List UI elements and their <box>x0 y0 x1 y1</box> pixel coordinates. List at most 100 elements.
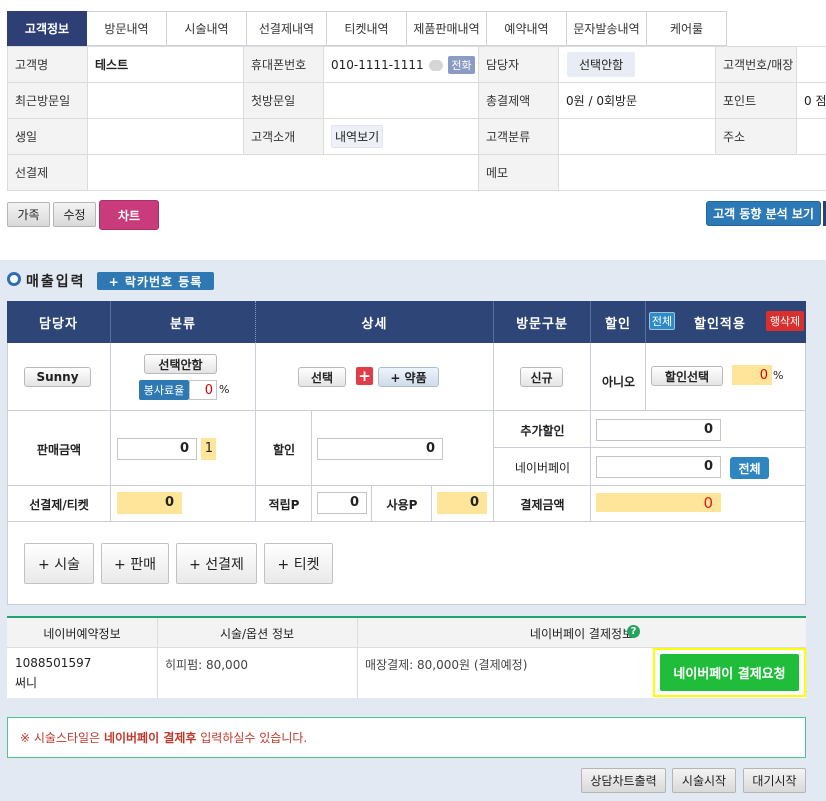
totalpay-label: 총결제액 <box>478 82 559 119</box>
customer-sales-page: 고객정보 방문내역 시술내역 선결제내역 티켓내역 제품판매내역 예약내역 문자… <box>0 0 826 801</box>
chat-icon[interactable] <box>429 59 444 71</box>
discount-select-button[interactable]: 할인선택 <box>651 366 723 386</box>
manager-sunny-button[interactable]: Sunny <box>24 367 91 387</box>
tab-treatment-history[interactable]: 시술내역 <box>167 11 247 46</box>
apply-discount-label: 할인적용 <box>694 317 746 332</box>
lastvisit-value <box>87 82 244 119</box>
naverpay-input[interactable]: 0 <box>596 456 721 478</box>
intro-view-button[interactable]: 내역보기 <box>331 125 384 148</box>
family-button[interactable]: 가족 <box>7 202 50 227</box>
naverpay-label: 네이버페이 <box>514 461 571 475</box>
start-treatment-button[interactable]: 시술시작 <box>672 768 736 793</box>
sales-radio-icon[interactable] <box>7 272 21 286</box>
discount-value: 아니오 <box>601 375 636 389</box>
naverpay-request-button[interactable]: 네이버페이 결제요청 <box>660 654 799 691</box>
start-waiting-button[interactable]: 대기시작 <box>743 768 806 793</box>
naver-payment-info: 매장결제: 80,000원 (결제예정) <box>365 658 528 672</box>
manager-cell: 선택안함 <box>558 46 716 83</box>
pay-amount-input[interactable]: 0 <box>596 493 721 512</box>
phone-cell: 010-1111-1111 전화 <box>323 46 479 83</box>
earn-point-input[interactable]: 0 <box>317 492 367 514</box>
discount-rate-input[interactable]: 0 <box>732 365 772 385</box>
tab-prepay-history[interactable]: 선결제내역 <box>247 11 327 46</box>
add-prepay-button[interactable]: + 선결제 <box>176 543 257 584</box>
call-button[interactable]: 전화 <box>448 55 475 74</box>
col-detail: 상세 <box>256 301 494 343</box>
naver-option-info: 히피펌: 80,000 <box>165 658 248 672</box>
col-discount: 할인 <box>591 301 646 343</box>
service-rate-input[interactable]: 0 <box>189 380 217 400</box>
tab-customer-info[interactable]: 고객정보 <box>7 11 87 46</box>
notice-bold: 네이버페이 결제후 <box>103 731 197 745</box>
chart-button[interactable]: 차트 <box>99 200 159 230</box>
analysis-button[interactable]: 고객 동향 분석 보기 <box>706 201 821 226</box>
tab-ticket-history[interactable]: 티켓내역 <box>327 11 407 46</box>
service-rate-label: 봉사료율 <box>139 380 189 400</box>
prepay-ticket-label: 선결제/티켓 <box>29 498 89 512</box>
intro-cell: 내역보기 <box>323 118 479 155</box>
customer-info-table: 고객명 테스트 휴대폰번호 010-1111-1111 전화 담당자 선택안함 … <box>7 46 826 191</box>
sale-qty-input[interactable]: 1 <box>201 438 216 460</box>
edit-button[interactable]: 수정 <box>53 202 96 227</box>
prepay-ticket-input[interactable]: 0 <box>117 492 182 514</box>
notice-suffix: 입력하실수 있습니다. <box>196 731 308 745</box>
naver-booking-number: 1088501597 <box>15 656 92 670</box>
tab-reservations[interactable]: 예약내역 <box>487 11 567 46</box>
category-select-button[interactable]: 선택안함 <box>144 354 217 374</box>
name-label: 고객명 <box>7 46 88 83</box>
locker-register-button[interactable]: + 락카번호 등록 <box>97 272 214 290</box>
add-sale-button[interactable]: + 판매 <box>101 543 169 584</box>
sale-amount-label: 판매금액 <box>36 443 82 457</box>
memo-label: 메모 <box>478 154 559 191</box>
col-visit: 방문구분 <box>494 301 591 343</box>
earn-point-label: 적립P <box>268 498 300 512</box>
address-value <box>796 118 826 155</box>
use-point-input[interactable]: 0 <box>437 492 487 514</box>
notice-box: ※ 시술스타일은 네이버페이 결제후 입력하실수 있습니다. <box>7 717 806 758</box>
naver-booking-header: 네이버예약정보 <box>43 627 121 641</box>
discount-rate-pct: % <box>773 369 784 382</box>
tab-care-rule[interactable]: 케어룰 <box>647 11 727 46</box>
manager-select[interactable]: 선택안함 <box>567 52 636 77</box>
prepay-label: 선결제 <box>7 154 88 191</box>
memo-value <box>558 154 826 191</box>
use-point-label: 사용P <box>386 498 418 512</box>
naverpay-all-button[interactable]: 전체 <box>730 457 769 479</box>
consult-chart-print-button[interactable]: 상담차트출력 <box>581 768 666 793</box>
discount-amount-label: 할인 <box>272 443 296 457</box>
service-rate-pct: % <box>219 383 230 396</box>
point-label: 포인트 <box>715 82 797 119</box>
all-discount-button[interactable]: 전체 <box>649 312 675 330</box>
row-delete-button[interactable]: 행삭제 <box>766 311 804 331</box>
add-treatment-button[interactable]: + 시술 <box>24 543 94 584</box>
totalpay-value: 0원 / 0회방문 <box>558 82 716 119</box>
discount-amount-input[interactable]: 0 <box>317 438 443 460</box>
detail-select-button[interactable]: 선택 <box>298 367 346 387</box>
drug-button[interactable]: + 약품 <box>378 367 439 387</box>
firstvisit-label: 첫방문일 <box>243 82 324 119</box>
customer-name: 테스트 <box>87 46 244 83</box>
customer-tabs: 고객정보 방문내역 시술내역 선결제내역 티켓내역 제품판매내역 예약내역 문자… <box>7 11 727 46</box>
visit-type-button[interactable]: 신규 <box>520 367 563 387</box>
category-label: 고객분류 <box>478 118 559 155</box>
extra-discount-label: 추가할인 <box>520 424 565 438</box>
tab-product-sales[interactable]: 제품판매내역 <box>407 11 487 46</box>
address-label: 주소 <box>715 118 797 155</box>
prepay-value <box>87 154 479 191</box>
firstvisit-value <box>323 82 479 119</box>
row-detail-cell <box>256 343 494 411</box>
add-ticket-button[interactable]: + 티켓 <box>264 543 333 584</box>
tab-sms-history[interactable]: 문자발송내역 <box>567 11 647 46</box>
extra-discount-input[interactable]: 0 <box>596 419 721 441</box>
custno-value <box>796 46 826 83</box>
naver-payment-header: 네이버페이 결제정보 <box>529 627 634 641</box>
tab-visit-history[interactable]: 방문내역 <box>87 11 167 46</box>
birthday-value <box>87 118 244 155</box>
custno-label: 고객번호/매장 <box>715 46 797 83</box>
naver-booking-name: 써니 <box>15 676 38 690</box>
help-icon[interactable]: ? <box>627 625 640 638</box>
add-plus-icon[interactable]: + <box>356 367 373 385</box>
customer-phone: 010-1111-1111 <box>331 57 424 72</box>
sale-amount-input[interactable]: 0 <box>117 438 197 460</box>
notice-prefix: ※ 시술스타일은 <box>20 731 104 745</box>
